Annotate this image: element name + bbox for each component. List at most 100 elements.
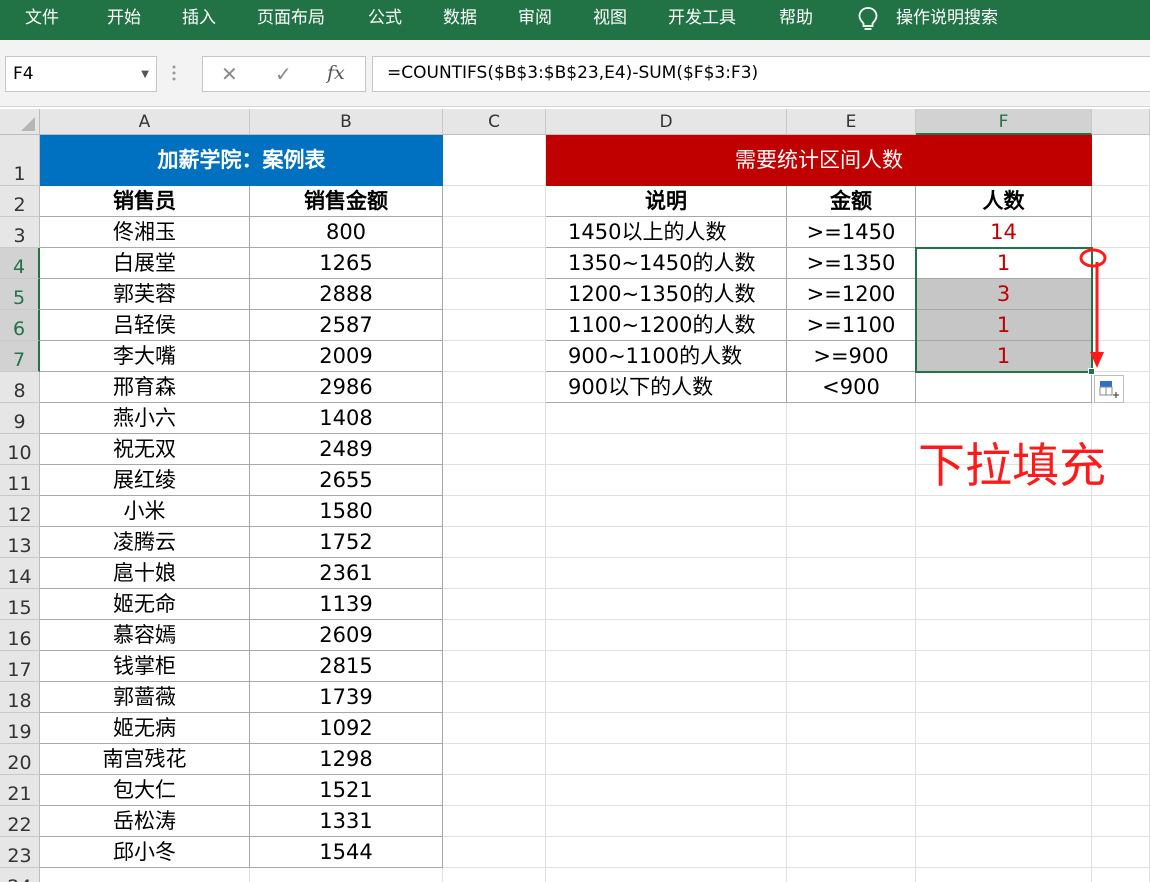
empty-cell[interactable] [546, 682, 787, 713]
tab-file[interactable]: 文件 [25, 0, 59, 38]
chevron-down-icon[interactable]: ▼ [141, 69, 149, 80]
empty-cell[interactable] [787, 775, 916, 806]
name-box[interactable]: F4 ▼ [5, 56, 157, 92]
empty-cell[interactable] [546, 713, 787, 744]
amount-cell[interactable]: 2655 [250, 465, 443, 496]
count-cell[interactable]: 14 [916, 217, 1092, 248]
empty-cell[interactable] [443, 434, 546, 465]
empty-cell[interactable] [546, 465, 787, 496]
column-header-f[interactable]: F [916, 109, 1092, 135]
empty-cell[interactable] [443, 868, 546, 882]
row-header-16[interactable]: 16 [0, 620, 40, 651]
row-header-9[interactable]: 9 [0, 403, 40, 434]
column-header-g[interactable] [1092, 109, 1150, 135]
empty-cell[interactable] [443, 620, 546, 651]
empty-cell[interactable] [443, 589, 546, 620]
row-header-19[interactable]: 19 [0, 713, 40, 744]
tab-home[interactable]: 开始 [107, 0, 141, 38]
empty-cell[interactable] [443, 558, 546, 589]
salesperson-cell[interactable]: 小米 [40, 496, 250, 527]
empty-cell[interactable] [916, 713, 1092, 744]
row-header-5[interactable]: 5 [0, 279, 40, 310]
empty-cell[interactable] [916, 620, 1092, 651]
empty-cell[interactable] [787, 868, 916, 882]
amount-cell[interactable]: 1298 [250, 744, 443, 775]
empty-cell[interactable] [916, 651, 1092, 682]
left-header-cell[interactable]: 销售金额 [250, 186, 443, 217]
empty-cell[interactable] [546, 558, 787, 589]
range-description-cell[interactable]: 1200~1350的人数 [546, 279, 787, 310]
amount-cell[interactable]: 1739 [250, 682, 443, 713]
range-description-cell[interactable]: 900以下的人数 [546, 372, 787, 403]
empty-cell[interactable] [787, 527, 916, 558]
empty-cell[interactable] [1092, 682, 1150, 713]
empty-cell[interactable] [546, 434, 787, 465]
empty-cell[interactable] [916, 744, 1092, 775]
tab-view[interactable]: 视图 [593, 0, 627, 38]
empty-cell[interactable] [443, 651, 546, 682]
empty-cell[interactable] [546, 806, 787, 837]
salesperson-cell[interactable]: 邢育森 [40, 372, 250, 403]
empty-cell[interactable] [1092, 620, 1150, 651]
row-header-22[interactable]: 22 [0, 806, 40, 837]
empty-cell[interactable] [546, 620, 787, 651]
empty-cell[interactable] [787, 806, 916, 837]
salesperson-cell[interactable]: 钱掌柜 [40, 651, 250, 682]
row-header-10[interactable]: 10 [0, 434, 40, 465]
salesperson-cell[interactable]: 吕轻侯 [40, 310, 250, 341]
empty-cell[interactable] [546, 403, 787, 434]
empty-cell[interactable] [1092, 651, 1150, 682]
empty-cell[interactable] [443, 713, 546, 744]
amount-cell[interactable]: 2587 [250, 310, 443, 341]
empty-cell[interactable] [1092, 868, 1150, 882]
left-table-title[interactable]: 加薪学院：案例表 [40, 135, 443, 186]
row-header-8[interactable]: 8 [0, 372, 40, 403]
empty-cell[interactable] [1092, 775, 1150, 806]
amount-cell[interactable]: 2888 [250, 279, 443, 310]
empty-cell[interactable] [546, 651, 787, 682]
amount-cell[interactable]: 800 [250, 217, 443, 248]
left-header-cell[interactable]: 销售员 [40, 186, 250, 217]
empty-cell[interactable] [916, 527, 1092, 558]
empty-cell[interactable] [443, 806, 546, 837]
empty-cell[interactable] [546, 496, 787, 527]
tab-formulas[interactable]: 公式 [368, 0, 402, 38]
row-header-11[interactable]: 11 [0, 465, 40, 496]
empty-cell[interactable] [443, 744, 546, 775]
salesperson-cell[interactable]: 姬无病 [40, 713, 250, 744]
empty-cell[interactable] [787, 589, 916, 620]
amount-cell[interactable]: 2986 [250, 372, 443, 403]
tab-page-layout[interactable]: 页面布局 [257, 0, 325, 38]
cancel-icon[interactable]: ✕ [221, 62, 238, 86]
empty-cell[interactable] [443, 682, 546, 713]
tab-data[interactable]: 数据 [443, 0, 477, 38]
formula-input[interactable]: =COUNTIFS($B$3:$B$23,E4)-SUM($F$3:F3) [372, 56, 1150, 92]
amount-cell[interactable]: 1544 [250, 837, 443, 868]
salesperson-cell[interactable]: 郭芙蓉 [40, 279, 250, 310]
empty-cell[interactable] [1092, 558, 1150, 589]
criteria-cell[interactable]: >=900 [787, 341, 916, 372]
salesperson-cell[interactable]: 佟湘玉 [40, 217, 250, 248]
empty-cell[interactable] [250, 868, 443, 882]
salesperson-cell[interactable]: 白展堂 [40, 248, 250, 279]
insert-function-icon[interactable]: fx [327, 62, 345, 84]
row-header-21[interactable]: 21 [0, 775, 40, 806]
salesperson-cell[interactable]: 南宫残花 [40, 744, 250, 775]
row-header-1[interactable]: 1 [0, 135, 40, 186]
salesperson-cell[interactable]: 包大仁 [40, 775, 250, 806]
amount-cell[interactable]: 2009 [250, 341, 443, 372]
criteria-cell[interactable]: >=1450 [787, 217, 916, 248]
amount-cell[interactable]: 1521 [250, 775, 443, 806]
amount-cell[interactable]: 2609 [250, 620, 443, 651]
row-header-6[interactable]: 6 [0, 310, 40, 341]
salesperson-cell[interactable]: 凌腾云 [40, 527, 250, 558]
tab-insert[interactable]: 插入 [182, 0, 216, 38]
range-description-cell[interactable]: 1350~1450的人数 [546, 248, 787, 279]
right-header-cell[interactable]: 金额 [787, 186, 916, 217]
right-table-title[interactable]: 需要统计区间人数 [546, 135, 1092, 186]
criteria-cell[interactable]: >=1200 [787, 279, 916, 310]
select-all-button[interactable] [0, 109, 40, 135]
empty-cell[interactable] [443, 310, 546, 341]
count-cell[interactable]: 1 [916, 248, 1092, 279]
row-header-15[interactable]: 15 [0, 589, 40, 620]
